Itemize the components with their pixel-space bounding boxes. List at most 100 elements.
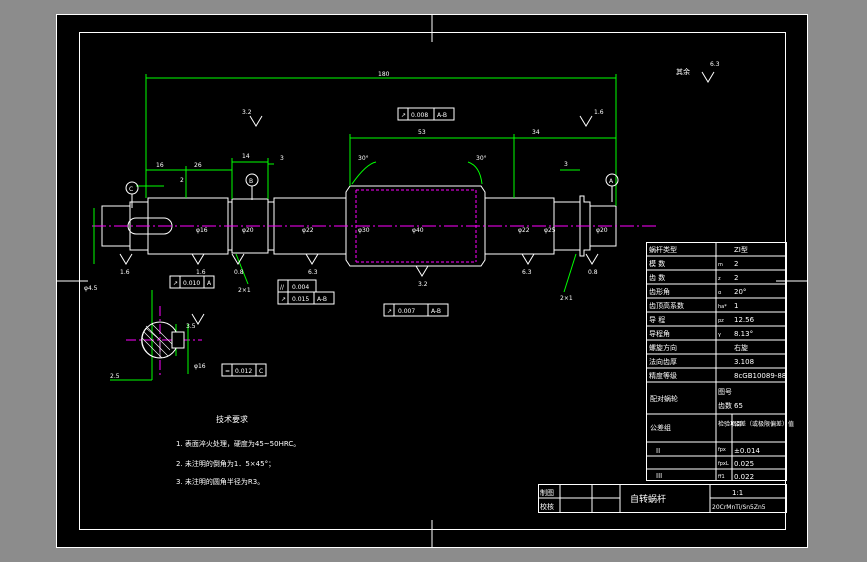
outer-frame xyxy=(56,14,808,548)
param-value: 2 xyxy=(734,274,738,282)
dim-3-left: 3 xyxy=(280,155,284,162)
dia-shaft-left: φ16 xyxy=(196,227,208,234)
dim-16: 16 xyxy=(156,162,164,169)
technical-notes: 技术要求 1. 表面淬火处理，硬度为45~50HRC。 2. 未注明的倒角为1．… xyxy=(176,414,300,486)
svg-text:↗: ↗ xyxy=(173,280,178,287)
param-value: 2 xyxy=(734,260,738,268)
note-item: 2. 未注明的倒角为1．5×45°； xyxy=(176,459,275,468)
tol-value: 0.010 xyxy=(183,280,200,287)
param-symbol: m xyxy=(718,262,723,268)
dia-mid-right: φ22 xyxy=(518,227,530,234)
param-label: 螺旋方向 xyxy=(649,343,677,352)
group-value: 0.022 xyxy=(734,473,754,481)
chamfer-right: 2×1 xyxy=(560,295,573,302)
svg-text:=: = xyxy=(225,368,230,375)
param-symbol: pz xyxy=(718,318,724,324)
tol-value: 0.015 xyxy=(292,296,309,303)
svg-text:↗: ↗ xyxy=(401,112,406,119)
dim-14: 14 xyxy=(242,153,250,160)
engineering-drawing: 技术要求 1. 表面淬火处理，硬度为45~50HRC。 2. 未注明的倒角为1．… xyxy=(56,14,808,548)
drawing-material: 20CrMnTi/Sn5Zn5 xyxy=(712,504,766,511)
param-symbol: α xyxy=(718,290,722,296)
left-hole-label: φ4.5 xyxy=(84,285,98,292)
roughness-note: 其余 xyxy=(676,67,690,76)
roughness-label: 6.3 xyxy=(308,269,318,276)
tol-datum: A-B xyxy=(431,308,441,315)
param-value: 12.56 xyxy=(734,316,755,324)
dim-3-right: 3 xyxy=(564,161,568,168)
roughness-label: 3.2 xyxy=(418,281,428,288)
mating-row-label: 图号 xyxy=(718,388,732,396)
param-label: 齿 数 xyxy=(649,273,665,282)
note-item: 1. 表面淬火处理，硬度为45~50HRC。 xyxy=(176,439,300,448)
drawn-label: 制图 xyxy=(540,488,554,497)
mating-row-label: 齿数 xyxy=(718,401,732,410)
angle-right: 30° xyxy=(476,155,487,162)
param-value: 8cGB10089-88 xyxy=(734,372,786,380)
tol-value: 0.004 xyxy=(292,284,309,291)
param-symbol: ha* xyxy=(718,304,727,310)
svg-text:↗: ↗ xyxy=(387,308,392,315)
dia-end-right: φ20 xyxy=(596,227,608,234)
dim-34: 34 xyxy=(532,129,540,136)
drawing-title: 自转蜗杆 xyxy=(630,493,666,505)
param-value: 8.13° xyxy=(734,330,753,338)
group-code: ff1 xyxy=(718,474,725,480)
group-value: 0.025 xyxy=(734,460,754,468)
param-value: 1 xyxy=(734,302,738,310)
group-label: III xyxy=(656,472,662,480)
param-label: 导程角 xyxy=(649,329,670,338)
tolerance-texts: ↗ 0.008 A-B ↗ 0.007 A-B ↗ 0.010 A // 0.0… xyxy=(173,112,447,375)
param-label: 导 程 xyxy=(649,315,665,324)
roughness-label: 0.8 xyxy=(234,269,244,276)
datum-c-label: C xyxy=(129,186,133,193)
mating-row-value: 65 xyxy=(734,402,743,410)
datum-b-label: B xyxy=(249,178,253,185)
param-label: 精度等级 xyxy=(649,371,677,380)
parameter-table: 蜗杆类型 ZI型模 数 m 2 齿 数 z 2 齿形角 α 20° 齿顶高系数 ha* 1 导 程 pz 12… xyxy=(646,242,794,481)
param-symbol: γ xyxy=(718,332,721,338)
drawing-scale: 1:1 xyxy=(732,489,743,497)
drawing-sheet: 技术要求 1. 表面淬火处理，硬度为45~50HRC。 2. 未注明的倒角为1．… xyxy=(56,14,808,548)
param-value: 3.108 xyxy=(734,358,754,366)
keyway-height: 3.5 xyxy=(186,323,196,330)
param-value: 右旋 xyxy=(734,343,748,352)
svg-text://: // xyxy=(280,284,285,291)
tol-value: 0.008 xyxy=(411,112,428,119)
chamfer-left: 2×1 xyxy=(238,287,251,294)
tol-datum: A xyxy=(207,280,212,287)
param-label: 齿形角 xyxy=(649,287,670,296)
center-marks xyxy=(56,14,808,548)
angle-left: 30° xyxy=(358,155,369,162)
checked-label: 校核 xyxy=(540,502,554,511)
param-value: ZI型 xyxy=(734,245,748,254)
tol-value: 0.012 xyxy=(235,368,252,375)
svg-text:↗: ↗ xyxy=(281,296,286,303)
tol-datum: A-B xyxy=(437,112,447,119)
dim-53: 53 xyxy=(418,129,426,136)
dia-root: φ30 xyxy=(358,227,370,234)
roughness-label: 6.3 xyxy=(522,269,532,276)
group-label: II xyxy=(656,447,660,455)
tol-datum: C xyxy=(259,368,263,375)
group-value: ±0.014 xyxy=(734,447,760,455)
group-code: fpxL xyxy=(718,461,729,467)
roughness-label: 3.2 xyxy=(242,109,252,116)
dim-overall: 180 xyxy=(378,71,390,78)
param-value: 20° xyxy=(734,288,746,296)
dim-2: 2 xyxy=(180,177,184,184)
dim-26: 26 xyxy=(194,162,202,169)
tol-value: 0.007 xyxy=(398,308,415,315)
cad-viewport[interactable]: 技术要求 1. 表面淬火处理，硬度为45~50HRC。 2. 未注明的倒角为1．… xyxy=(0,0,867,562)
param-symbol: z xyxy=(718,276,721,282)
datum-a-label: A xyxy=(609,178,614,185)
dia-bearing-right: φ25 xyxy=(544,227,556,234)
param-label: 法向齿厚 xyxy=(649,357,677,366)
tolerance-header-b: 公差（或极限偏差）值 xyxy=(734,420,794,428)
tolerance-group-label: 公差组 xyxy=(650,423,671,432)
roughness-label: 1.6 xyxy=(196,269,206,276)
note-item: 3. 未注明的圆角半径为R3。 xyxy=(176,477,264,486)
keyway-depth: 2.5 xyxy=(110,373,120,380)
dia-shoulder-left: φ20 xyxy=(242,227,254,234)
tol-datum: A-B xyxy=(317,296,327,303)
